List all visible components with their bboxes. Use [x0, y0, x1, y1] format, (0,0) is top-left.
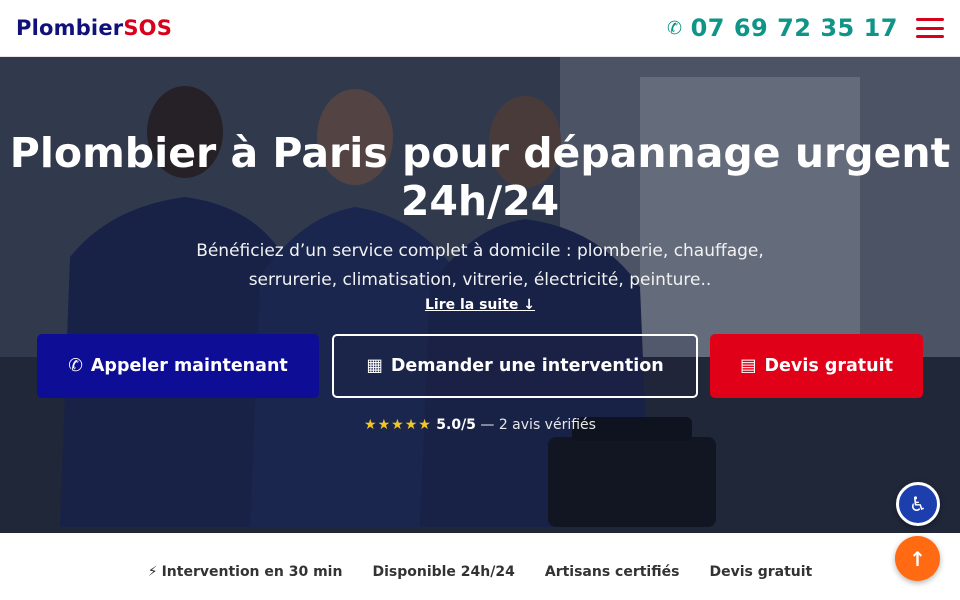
- accessibility-button[interactable]: ♿: [896, 482, 940, 526]
- site-logo[interactable]: PlombierSOS: [16, 16, 172, 40]
- feature-label: Artisans certifiés: [544, 563, 680, 580]
- hamburger-line: [916, 26, 944, 30]
- free-quote-label: Devis gratuit: [764, 356, 893, 376]
- calendar-icon: ▦: [366, 356, 383, 376]
- call-now-label: Appeler maintenant: [90, 356, 288, 376]
- lightning-icon: ⚡: [147, 563, 158, 580]
- read-more: Lire la suite ↓: [0, 297, 960, 313]
- hamburger-line: [916, 18, 944, 21]
- features-bar: ⚡ Intervention en 30 min Disponible 24h/…: [0, 533, 960, 600]
- hero-subtitle: Bénéficiez d’un service complet à domici…: [196, 241, 764, 290]
- logo-text-plombier: Plombier: [16, 16, 124, 40]
- feature-label: Intervention en 30 min: [161, 563, 343, 580]
- request-intervention-button[interactable]: ▦ Demander une intervention: [332, 334, 698, 398]
- scroll-to-top-button[interactable]: ↑: [895, 536, 940, 581]
- arrow-up-icon: ↑: [909, 546, 926, 571]
- free-quote-button[interactable]: ▤ Devis gratuit: [710, 334, 923, 398]
- accessibility-icon: ♿: [909, 492, 927, 516]
- hamburger-menu-icon[interactable]: [916, 18, 944, 38]
- request-intervention-label: Demander une intervention: [390, 356, 664, 376]
- rating-separator: —: [480, 417, 495, 433]
- hero-section: Plombier à Paris pour dépannage urgent 2…: [0, 57, 960, 533]
- site-header: PlombierSOS ✆ 07 69 72 35 17: [0, 0, 960, 57]
- rating-stars: ★★★★★: [364, 417, 432, 433]
- rating-reviews: 2 avis vérifiés: [498, 417, 596, 433]
- feature-intervention-30min: ⚡ Intervention en 30 min: [148, 564, 343, 580]
- logo-text-sos: SOS: [123, 16, 173, 40]
- header-phone-link[interactable]: ✆ 07 69 72 35 17: [667, 14, 898, 42]
- rating-summary: ★★★★★ 5.0/5 — 2 avis vérifiés: [0, 417, 960, 433]
- header-actions: ✆ 07 69 72 35 17: [667, 14, 944, 42]
- feature-free-quote: Devis gratuit: [705, 564, 812, 580]
- feature-label: Devis gratuit: [709, 563, 813, 580]
- phone-icon: ✆: [666, 17, 683, 39]
- header-phone-number: 07 69 72 35 17: [690, 14, 898, 42]
- feature-certified-artisans: Artisans certifiés: [541, 564, 680, 580]
- read-more-link[interactable]: Lire la suite ↓: [425, 297, 535, 313]
- call-now-button[interactable]: ✆ Appeler maintenant: [37, 334, 319, 398]
- hero-content: Plombier à Paris pour dépannage urgent 2…: [0, 57, 960, 533]
- rating-score: 5.0/5: [436, 417, 476, 433]
- document-icon: ▤: [739, 356, 757, 376]
- feature-label: Disponible 24h/24: [372, 563, 515, 580]
- hero-title: Plombier à Paris pour dépannage urgent 2…: [9, 129, 951, 225]
- phone-icon: ✆: [68, 356, 83, 376]
- hamburger-line: [916, 35, 944, 38]
- feature-available-24h: Disponible 24h/24: [368, 564, 514, 580]
